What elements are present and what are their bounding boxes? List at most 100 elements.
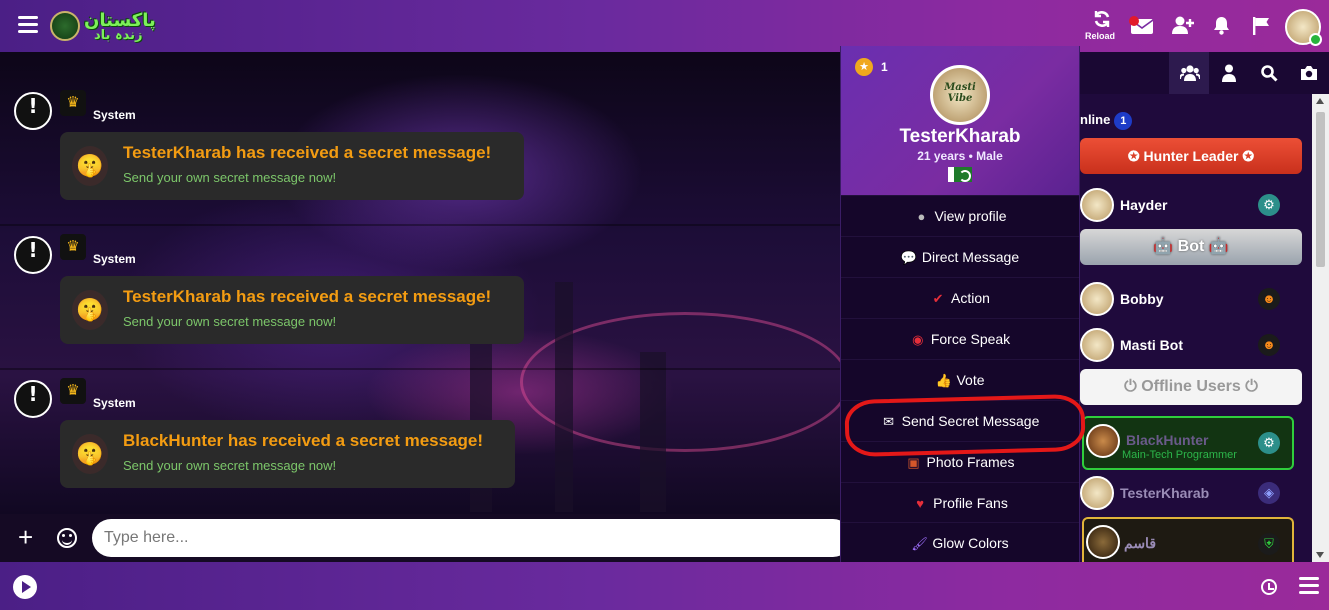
user-level: 1: [881, 60, 888, 74]
online-status-icon: [1309, 33, 1322, 46]
chat-input[interactable]: [92, 519, 852, 557]
power-icon: ⏻: [1124, 378, 1137, 395]
crown-icon: ♛: [60, 378, 86, 404]
menu-vote[interactable]: 👍 Vote: [841, 359, 1079, 400]
user-avatar[interactable]: [1080, 282, 1114, 316]
message-subline[interactable]: Send your own secret message now!: [123, 314, 336, 329]
site-logo[interactable]: پاکستان زندہ باد: [50, 8, 156, 44]
user-avatar[interactable]: [1285, 9, 1322, 46]
tab-search[interactable]: [1249, 52, 1289, 94]
crown-icon: ♛: [60, 234, 86, 260]
menu-photo-frames[interactable]: ▣ Photo Frames: [841, 441, 1079, 482]
logo-emblem-icon: [50, 11, 80, 41]
profile-age-gender: 21 years • Male: [917, 149, 1003, 163]
top-bar: پاکستان زندہ باد Reload: [0, 0, 1329, 52]
messages-icon[interactable]: [1129, 16, 1154, 39]
reload-label[interactable]: Reload: [1085, 31, 1115, 41]
emoji-icon[interactable]: [57, 528, 77, 548]
check-icon: ✔: [932, 291, 944, 306]
menu-label: Vote: [956, 372, 985, 388]
menu-force-speak[interactable]: ◉ Force Speak: [841, 318, 1079, 359]
message-subline[interactable]: Send your own secret message now!: [123, 170, 336, 185]
menu-action[interactable]: ✔ Action: [841, 277, 1079, 318]
user-name[interactable]: Hayder: [1120, 197, 1167, 213]
clock-icon[interactable]: [1261, 579, 1277, 595]
reload-icon[interactable]: [1093, 10, 1111, 33]
user-name[interactable]: TesterKharab: [1120, 485, 1209, 501]
secret-lips-icon: 🤫: [72, 434, 108, 474]
user-avatar[interactable]: [1086, 525, 1120, 559]
verified-badge-icon: ◈: [1258, 482, 1280, 504]
hunter-badge-icon: ✪: [1242, 148, 1255, 164]
report-flag-icon[interactable]: [1252, 16, 1270, 40]
profile-header: ★ 1 Masti Vibe TesterKharab 21 years • M…: [841, 46, 1079, 195]
menu-label: Glow Colors: [932, 535, 1009, 551]
menu-glow-colors[interactable]: 🖌 Glow Colors: [841, 522, 1079, 563]
add-friend-icon[interactable]: [1172, 16, 1194, 39]
online-heading: nline 1: [1080, 112, 1133, 130]
sender-name[interactable]: System: [93, 108, 136, 122]
system-alert-icon[interactable]: !: [14, 92, 52, 130]
panel-tabs: [1075, 52, 1329, 94]
user-item[interactable]: BlackHunter Main-Tech Programmer ⚙: [1082, 416, 1294, 470]
user-name[interactable]: BlackHunter: [1126, 432, 1208, 448]
user-item[interactable]: Bobby ☻: [1080, 280, 1302, 320]
tab-users[interactable]: [1169, 52, 1209, 94]
play-icon[interactable]: [13, 575, 37, 599]
menu-label: Action: [951, 290, 990, 306]
brush-icon: 🖌: [911, 536, 928, 551]
system-alert-icon[interactable]: !: [14, 380, 52, 418]
system-alert-icon[interactable]: !: [14, 236, 52, 274]
star-icon: ★: [855, 58, 873, 76]
menu-label: Direct Message: [921, 249, 1020, 265]
menu-label: View profile: [934, 208, 1007, 224]
envelope-icon: ✉: [883, 414, 895, 429]
heart-icon: ♥: [916, 496, 924, 511]
message-headline: TesterKharab has received a secret messa…: [123, 143, 492, 162]
message-bubble: 🤫 TesterKharab has received a secret mes…: [60, 276, 524, 344]
profile-popup: ★ 1 Masti Vibe TesterKharab 21 years • M…: [840, 46, 1080, 562]
message-subline[interactable]: Send your own secret message now!: [123, 458, 336, 473]
bot-label: Bot: [1177, 238, 1205, 255]
user-item[interactable]: Masti Bot ☻: [1080, 326, 1302, 366]
menu-icon[interactable]: [18, 16, 38, 34]
sender-name[interactable]: System: [93, 252, 136, 266]
logo-subtext: زندہ باد: [94, 28, 143, 43]
scroll-up-icon[interactable]: [1316, 98, 1324, 104]
tab-profile[interactable]: [1209, 52, 1249, 94]
user-item[interactable]: قاسم ⛨: [1082, 517, 1294, 562]
sender-name[interactable]: System: [93, 396, 136, 410]
user-avatar[interactable]: [1080, 476, 1114, 510]
menu-label: Photo Frames: [926, 454, 1015, 470]
plus-icon[interactable]: +: [18, 524, 33, 550]
user-item[interactable]: TesterKharab ◈: [1080, 474, 1302, 514]
scroll-down-icon[interactable]: [1316, 552, 1324, 558]
notifications-icon[interactable]: [1213, 16, 1230, 40]
menu-view-profile[interactable]: ● View profile: [841, 195, 1079, 236]
profile-name: TesterKharab: [899, 126, 1021, 147]
profile-avatar[interactable]: Masti Vibe: [930, 65, 990, 125]
tab-camera[interactable]: [1289, 52, 1329, 94]
menu-direct-message[interactable]: 💬 Direct Message: [841, 236, 1079, 277]
user-avatar[interactable]: [1086, 424, 1120, 458]
chat-message: ! ♛ System 🤫 TesterKharab has received a…: [14, 234, 614, 366]
pakistan-flag-icon: [948, 167, 972, 182]
message-bubble: 🤫 TesterKharab has received a secret mes…: [60, 132, 524, 200]
pumpkin-badge-icon: ☻: [1258, 288, 1280, 310]
user-name[interactable]: Masti Bot: [1120, 337, 1183, 353]
message-headline: TesterKharab has received a secret messa…: [123, 287, 492, 306]
scrollbar[interactable]: [1312, 94, 1329, 562]
scrollbar-thumb[interactable]: [1316, 112, 1325, 267]
user-item[interactable]: Hayder ⚙: [1080, 186, 1302, 226]
menu-icon[interactable]: [1299, 577, 1319, 595]
user-name[interactable]: Bobby: [1120, 291, 1164, 307]
menu-profile-fans[interactable]: ♥ Profile Fans: [841, 482, 1079, 523]
user-name[interactable]: قاسم: [1124, 535, 1156, 552]
online-label: nline: [1080, 112, 1111, 127]
user-avatar[interactable]: [1080, 328, 1114, 362]
user-avatar[interactable]: [1080, 188, 1114, 222]
menu-send-secret-message[interactable]: ✉ Send Secret Message: [841, 400, 1079, 441]
user-circle-icon: ●: [917, 209, 926, 224]
role-bot: 🤖 Bot 🤖: [1080, 229, 1302, 265]
robot-icon: 🤖: [1208, 238, 1229, 255]
